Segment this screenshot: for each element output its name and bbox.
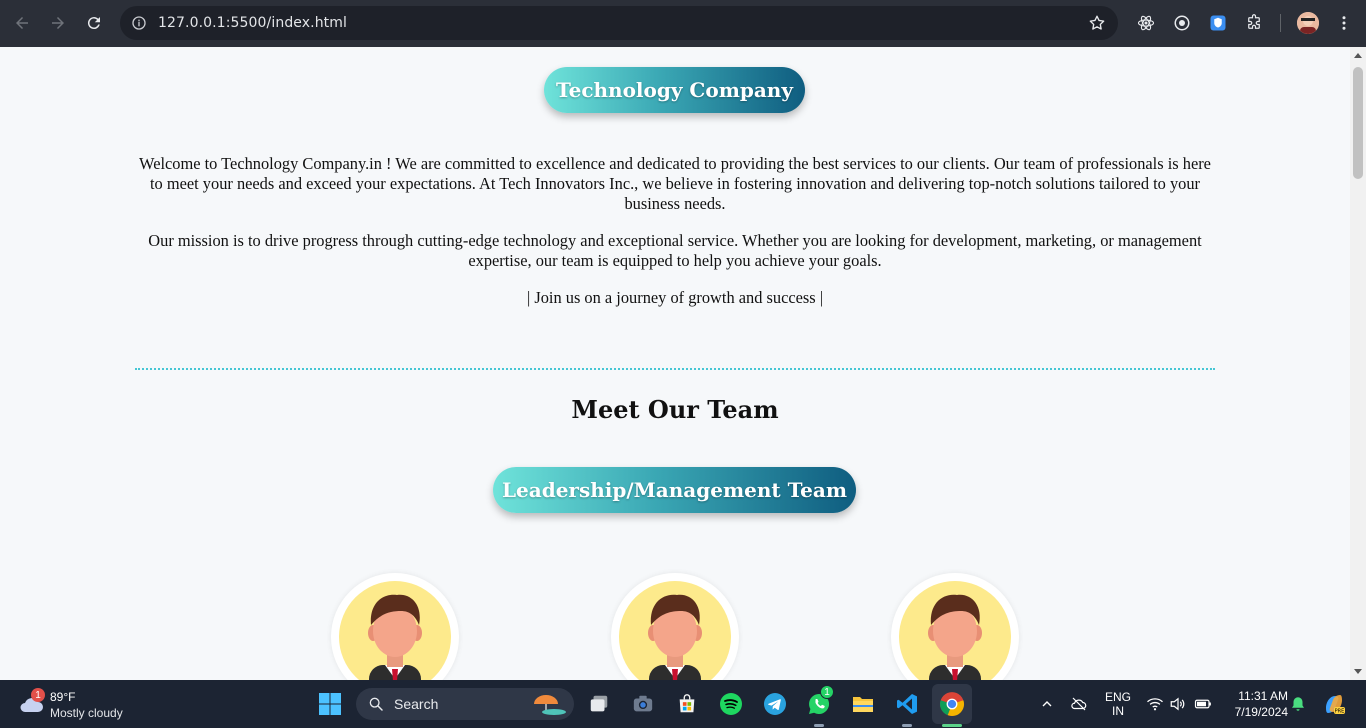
weather-temperature: 89°F	[50, 690, 76, 704]
microsoft-store-icon[interactable]	[672, 689, 702, 719]
leadership-team-badge: Leadership/Management Team	[493, 467, 856, 513]
file-explorer-icon[interactable]	[848, 689, 878, 719]
search-label: Search	[394, 696, 439, 712]
intro-section: Welcome to Technology Company.in ! We ar…	[135, 154, 1215, 325]
weather-condition: Mostly cloudy	[50, 706, 123, 720]
chevron-up-icon[interactable]	[1032, 689, 1062, 719]
react-devtools-icon[interactable]	[1135, 12, 1157, 34]
arrow-left-icon	[16, 17, 28, 29]
page-scrollbar[interactable]	[1350, 47, 1366, 680]
person-avatar-icon	[928, 594, 982, 680]
search-icon	[369, 697, 383, 711]
reload-icon	[87, 17, 100, 30]
intro-paragraph-mission: Our mission is to drive progress through…	[148, 231, 1202, 270]
team-heading: Meet Our Team	[571, 395, 779, 424]
section-divider	[135, 368, 1215, 370]
page-viewport: Technology Company Welcome to Technology…	[0, 47, 1350, 680]
windows-start-icon[interactable]	[315, 689, 345, 719]
taskbar-search-box[interactable]: Search	[356, 688, 574, 720]
active-app-indicator	[942, 724, 962, 727]
person-avatar-icon	[368, 594, 422, 680]
browser-toolbar: 127.0.0.1:5500/index.html	[0, 0, 1366, 47]
language-code: ENG	[1104, 690, 1131, 704]
notification-bell-icon[interactable]	[1283, 689, 1313, 719]
back-button[interactable]	[4, 5, 40, 41]
company-title-badge: Technology Company	[544, 67, 805, 113]
profile-avatar[interactable]	[1297, 12, 1319, 34]
toolbar-divider	[1280, 14, 1281, 32]
task-view-icon[interactable]	[584, 689, 614, 719]
shield-extension-icon[interactable]	[1207, 12, 1229, 34]
whatsapp-notification-badge: 1	[820, 685, 834, 699]
camera-app-icon[interactable]	[628, 689, 658, 719]
bookmark-star-icon[interactable]	[1088, 14, 1106, 32]
region-code: IN	[1112, 704, 1124, 718]
scroll-down-arrow-icon[interactable]	[1354, 669, 1362, 674]
vscode-icon[interactable]	[892, 689, 922, 719]
target-extension-icon[interactable]	[1171, 12, 1193, 34]
spotify-icon[interactable]	[716, 689, 746, 719]
running-indicator	[902, 724, 912, 727]
kebab-menu-icon[interactable]	[1334, 12, 1354, 34]
telegram-icon[interactable]	[760, 689, 790, 719]
arrow-right-icon	[52, 17, 64, 29]
scroll-up-arrow-icon[interactable]	[1354, 53, 1362, 58]
team-member-avatar	[331, 573, 459, 680]
system-clock[interactable]: 11:31 AM 7/19/2024	[1224, 688, 1288, 720]
intro-paragraph-welcome: Welcome to Technology Company.in ! We ar…	[139, 154, 1211, 213]
address-bar[interactable]: 127.0.0.1:5500/index.html	[120, 6, 1118, 40]
url-text: 127.0.0.1:5500/index.html	[158, 15, 347, 31]
reload-button[interactable]	[76, 5, 112, 41]
person-avatar-icon	[648, 594, 702, 680]
copilot-icon[interactable]: PRE	[1319, 689, 1349, 719]
weather-alert-badge: 1	[31, 688, 45, 702]
team-member-avatar	[891, 573, 1019, 680]
chrome-icon[interactable]	[937, 689, 967, 719]
forward-button[interactable]	[40, 5, 76, 41]
intro-tagline: | Join us on a journey of growth and suc…	[526, 288, 824, 307]
onedrive-offline-icon[interactable]	[1064, 689, 1094, 719]
puzzle-extensions-icon[interactable]	[1243, 12, 1265, 34]
beach-umbrella-icon	[534, 695, 566, 715]
running-indicator	[814, 724, 824, 727]
clock-time: 11:31 AM	[1238, 689, 1288, 703]
team-member-avatar	[611, 573, 739, 680]
svg-text:PRE: PRE	[1335, 709, 1345, 715]
clock-date: 7/19/2024	[1234, 705, 1288, 719]
whatsapp-icon[interactable]: 1	[804, 685, 834, 719]
site-info-icon[interactable]	[130, 14, 148, 32]
battery-icon[interactable]	[1188, 689, 1218, 719]
windows-taskbar: 1 89°F Mostly cloudy Search 1 ENG IN 11:…	[0, 680, 1366, 728]
language-indicator[interactable]: ENG IN	[1104, 690, 1132, 718]
weather-widget[interactable]: 1 89°F Mostly cloudy	[18, 688, 158, 720]
scrollbar-thumb[interactable]	[1353, 67, 1363, 179]
